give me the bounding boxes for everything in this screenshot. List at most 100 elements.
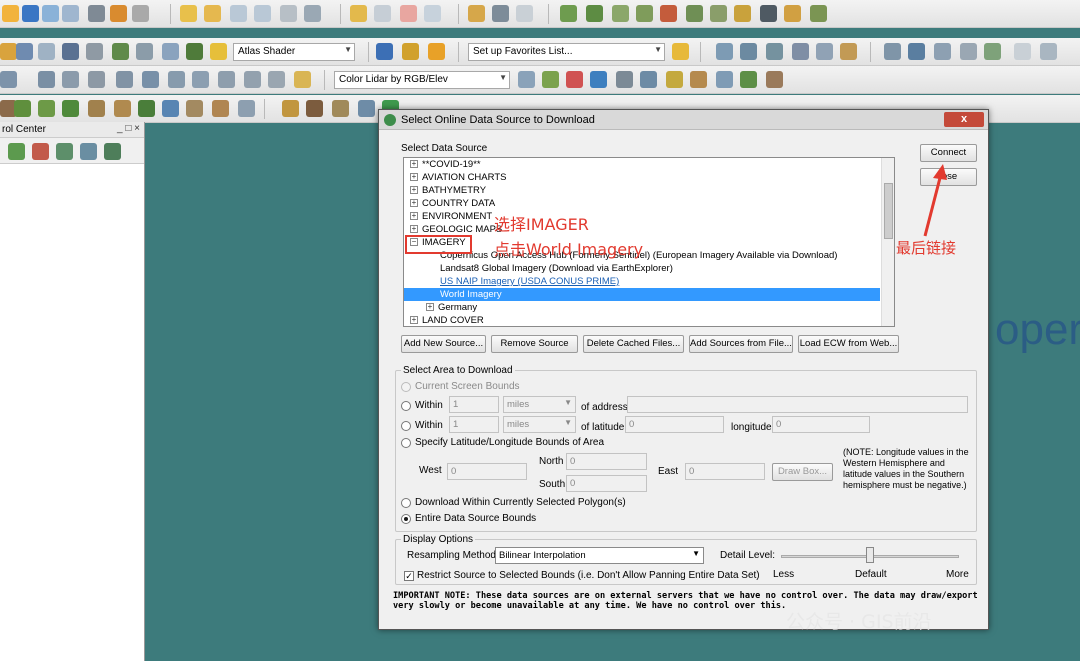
info-icon[interactable] [492, 5, 509, 22]
measure-icon[interactable] [884, 43, 901, 60]
scissors-icon[interactable] [88, 71, 105, 88]
ruler-icon[interactable] [934, 43, 951, 60]
points-icon[interactable] [566, 71, 583, 88]
hill-icon[interactable] [186, 43, 203, 60]
window-controls[interactable]: _ □ × [117, 123, 140, 134]
shape-icon[interactable] [784, 5, 801, 22]
detail-slider-thumb[interactable] [866, 547, 874, 563]
network-icon[interactable] [168, 71, 185, 88]
layer-options-icon[interactable] [56, 143, 73, 160]
grass-icon[interactable] [14, 100, 31, 117]
within-latitude-value[interactable]: 1 [449, 416, 499, 433]
edit2-icon[interactable] [1040, 43, 1057, 60]
peak-icon[interactable] [686, 5, 703, 22]
expand-icon[interactable]: + [410, 173, 418, 182]
graph-icon[interactable] [282, 100, 299, 117]
shader-combo[interactable]: Atlas Shader ▼ [233, 43, 355, 61]
globe-icon[interactable] [22, 5, 39, 22]
restrict-checkbox[interactable]: ✓ [404, 571, 414, 581]
filter-icon[interactable] [518, 71, 535, 88]
pine-icon[interactable] [138, 100, 155, 117]
search-points-icon[interactable] [590, 71, 607, 88]
pole-icon[interactable] [88, 100, 105, 117]
select-icon[interactable] [180, 5, 197, 22]
globe2-icon[interactable] [376, 43, 393, 60]
map-icon[interactable] [734, 5, 751, 22]
load-ecw-button[interactable]: Load ECW from Web... [798, 335, 899, 353]
add-layer-icon[interactable] [8, 143, 25, 160]
dots2-icon[interactable] [332, 100, 349, 117]
line-icon[interactable] [740, 43, 757, 60]
current-screen-radio[interactable] [401, 382, 411, 392]
flip-icon[interactable] [38, 43, 55, 60]
expand-icon[interactable]: + [410, 316, 418, 325]
east-field[interactable]: 0 [685, 463, 765, 480]
address-field[interactable] [627, 396, 968, 413]
open-icon[interactable] [2, 5, 19, 22]
favorites-combo[interactable]: Set up Favorites List... ▼ [468, 43, 665, 61]
profile-icon[interactable] [612, 5, 629, 22]
back-arrow-icon[interactable] [280, 5, 297, 22]
longitude-field[interactable]: 0 [772, 416, 870, 433]
tree-item[interactable]: + COUNTRY DATA [410, 197, 495, 210]
expand-icon[interactable]: + [410, 225, 418, 234]
move-icon[interactable] [62, 71, 79, 88]
line2-icon[interactable] [766, 43, 783, 60]
vertex-icon[interactable] [38, 71, 55, 88]
expand-icon[interactable]: + [410, 160, 418, 169]
check-icon[interactable] [1014, 43, 1031, 60]
latitude-field[interactable]: 0 [625, 416, 724, 433]
lidar-combo[interactable]: Color Lidar by RGB/Elev ▼ [334, 71, 510, 89]
brush-icon[interactable] [984, 43, 1001, 60]
tree-item[interactable]: + AVIATION CHARTS [410, 171, 506, 184]
within-latitude-units[interactable]: miles ▼ [503, 416, 576, 433]
delete-cached-button[interactable]: Delete Cached Files... [583, 335, 684, 353]
gear-icon[interactable] [402, 43, 419, 60]
cluster-icon[interactable] [192, 71, 209, 88]
contour-icon[interactable] [660, 5, 677, 22]
sort-icon[interactable] [136, 43, 153, 60]
warning-icon[interactable] [666, 71, 683, 88]
expand-icon[interactable]: + [410, 199, 418, 208]
sphere-icon[interactable] [716, 71, 733, 88]
resampling-select[interactable]: Bilinear Interpolation ▼ [495, 547, 704, 564]
zoom-out-icon[interactable] [254, 5, 271, 22]
angle-icon[interactable] [116, 71, 133, 88]
zoom-in-icon[interactable] [230, 5, 247, 22]
remove-source-button[interactable]: Remove Source [491, 335, 578, 353]
add-from-file-button[interactable]: Add Sources from File... [689, 335, 793, 353]
profile2-icon[interactable] [162, 43, 179, 60]
split-icon[interactable] [16, 43, 33, 60]
line3-icon[interactable] [792, 43, 809, 60]
hill2-icon[interactable] [306, 100, 323, 117]
tree-item[interactable]: + ENVIRONMENT [410, 210, 492, 223]
polygon-radio[interactable] [401, 498, 411, 508]
tools-icon[interactable] [760, 5, 777, 22]
slope-icon[interactable] [810, 5, 827, 22]
terrain-icon[interactable] [560, 5, 577, 22]
crop-icon[interactable] [268, 71, 285, 88]
within-address-units[interactable]: miles ▼ [503, 396, 576, 413]
grid-icon[interactable] [0, 43, 17, 60]
west-field[interactable]: 0 [447, 463, 527, 480]
table-icon[interactable] [960, 43, 977, 60]
chart-icon[interactable] [636, 5, 653, 22]
tag-icon[interactable] [468, 5, 485, 22]
target-icon[interactable] [908, 43, 925, 60]
tree-item[interactable]: Landsat8 Global Imagery (Download via Ea… [440, 262, 673, 275]
hatch-icon[interactable] [616, 71, 633, 88]
save-icon[interactable] [42, 5, 59, 22]
delete-icon[interactable] [400, 5, 417, 22]
lidar-icon[interactable] [542, 71, 559, 88]
north-field[interactable]: 0 [566, 453, 647, 470]
add-new-source-button[interactable]: Add New Source... [401, 335, 486, 353]
window2-icon[interactable] [424, 5, 441, 22]
zoom-layer-icon[interactable] [80, 143, 97, 160]
tree-scrollbar[interactable] [881, 158, 894, 326]
within-latitude-radio[interactable] [401, 421, 411, 431]
expand-icon[interactable]: + [426, 303, 434, 312]
shader-icon[interactable] [210, 43, 227, 60]
grid3-icon[interactable] [358, 100, 375, 117]
window-icon[interactable] [62, 5, 79, 22]
tree-item[interactable]: + **COVID-19** [410, 158, 481, 171]
